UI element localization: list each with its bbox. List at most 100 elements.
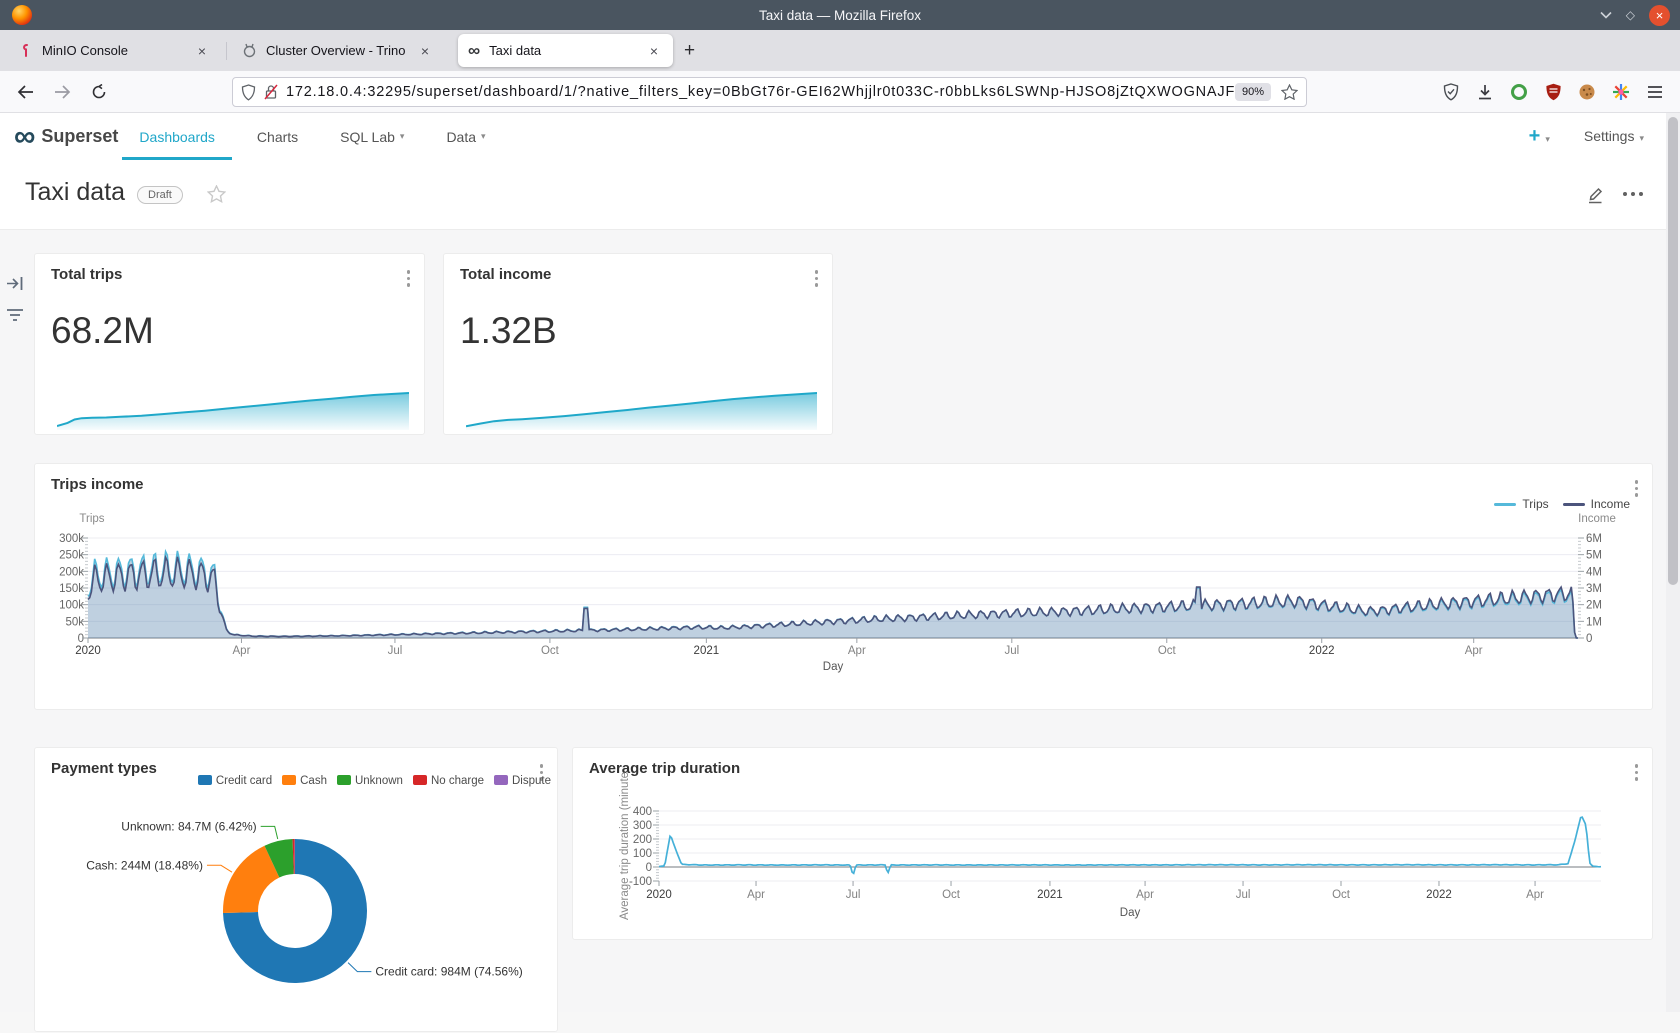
tab-cluster-overview-trino[interactable]: Cluster Overview - Trino × [232,34,444,67]
card-avg-trip-duration: Average trip duration 4003002001000-1002… [572,747,1653,940]
svg-text:Jul: Jul [1004,645,1019,657]
more-options-icon[interactable] [1623,192,1643,196]
card-trips-income: Trips income TripsIncome 300k6M250k5M200… [34,463,1653,710]
svg-text:Cash: 244M (18.48%): Cash: 244M (18.48%) [86,858,203,872]
tab-close-icon[interactable]: × [416,43,434,59]
chevron-down-icon[interactable] [1600,11,1612,19]
dashboard-body: Total trips 68.2M Total income 1.32B Tri… [0,230,1666,1012]
expand-filters-icon[interactable] [6,275,24,292]
svg-text:50k: 50k [65,616,84,628]
chart-title: Total income [460,266,551,283]
svg-text:0: 0 [646,862,652,874]
svg-text:Income: Income [1578,513,1616,525]
status-badge: Draft [137,186,183,204]
svg-text:6M: 6M [1586,533,1602,545]
ublock-shield-icon[interactable] [1538,78,1568,106]
nav-item-charts[interactable]: Charts [240,113,315,160]
svg-text:2020: 2020 [75,645,101,657]
avg-trip-duration-chart[interactable]: 4003002001000-1002020AprJulOct2021AprJul… [573,748,1654,941]
new-tab-button[interactable]: + [684,40,695,62]
reload-button[interactable] [87,80,111,104]
scrollbar-track[interactable] [1666,113,1680,1012]
svg-text:2021: 2021 [694,645,720,657]
big-number-value: 1.32B [460,310,557,352]
add-new-button[interactable]: +▾ [1529,125,1550,148]
big-number-value: 68.2M [51,310,154,352]
superset-icon: ∞ [468,42,480,59]
forward-button[interactable] [50,80,74,104]
svg-text:Apr: Apr [1465,645,1483,657]
svg-text:Oct: Oct [1332,889,1351,901]
svg-text:250k: 250k [59,550,84,562]
window-titlebar: Taxi data — Mozilla Firefox ◇ × [0,0,1680,30]
tab-label: MinIO Console [42,43,183,58]
superset-logo-icon[interactable]: ∞ [14,122,35,152]
settings-menu[interactable]: Settings▾ [1584,128,1644,146]
trino-icon [242,43,257,58]
tab-close-icon[interactable]: × [193,43,211,59]
tab-minio-console[interactable]: MinIO Console × [9,34,221,67]
window-title: Taxi data — Mozilla Firefox [0,8,1680,23]
filter-rail [6,275,24,322]
sparkline-chart[interactable] [466,390,817,430]
menu-hamburger-icon[interactable] [1640,78,1670,106]
url-text[interactable]: 172.18.0.4:32295/superset/dashboard/1/?n… [286,84,1235,100]
superset-brand[interactable]: Superset [41,126,118,147]
svg-text:0: 0 [78,633,84,645]
svg-text:2020: 2020 [646,889,672,901]
card-total-income: Total income 1.32B [443,253,833,435]
shield-icon[interactable] [241,84,256,101]
svg-text:Oct: Oct [541,645,560,657]
svg-text:5M: 5M [1586,550,1602,562]
cookie-icon[interactable] [1572,78,1602,106]
tab-bar: MinIO Console × Cluster Overview - Trino… [0,30,1680,71]
svg-text:Unknown: 84.7M (6.42%): Unknown: 84.7M (6.42%) [121,819,256,833]
payment-types-donut-chart[interactable]: Credit card: 984M (74.56%)Cash: 244M (18… [35,748,559,1033]
filter-funnel-icon[interactable] [6,308,24,322]
nav-item-dashboards[interactable]: Dashboards [122,113,232,160]
svg-text:4M: 4M [1586,566,1602,578]
svg-text:Day: Day [823,661,844,673]
nav-item-sql-lab[interactable]: SQL Lab▾ [323,113,421,160]
chevron-down-icon: ▾ [481,131,486,142]
chart-title: Total trips [51,266,122,283]
tab-label: Cluster Overview - Trino [266,43,406,58]
svg-text:2M: 2M [1586,600,1602,612]
svg-text:2022: 2022 [1309,645,1335,657]
chart-menu-kebab-icon[interactable] [815,270,819,287]
svg-text:Day: Day [1120,907,1141,919]
edit-pencil-icon[interactable] [1585,184,1605,204]
svg-text:400: 400 [633,806,652,818]
nav-item-data[interactable]: Data▾ [429,113,502,160]
tab-taxi-data[interactable]: ∞ Taxi data × [458,34,673,67]
tab-close-icon[interactable]: × [645,43,663,59]
svg-text:150k: 150k [59,583,84,595]
card-total-trips: Total trips 68.2M [34,253,425,435]
url-bar[interactable]: 172.18.0.4:32295/superset/dashboard/1/?n… [232,77,1307,107]
sparkline-chart[interactable] [57,390,409,430]
svg-text:Average trip duration (minute: Average trip duration (minute [619,772,631,920]
bookmark-star-icon[interactable] [1281,84,1298,100]
lock-insecure-icon[interactable] [264,84,278,100]
back-button[interactable] [13,80,37,104]
tab-separator [226,42,227,60]
zoom-level-badge[interactable]: 90% [1235,83,1271,101]
page-title: Taxi data [25,178,125,207]
close-window-icon[interactable]: × [1649,5,1670,26]
tab-label: Taxi data [489,43,635,58]
protections-shield-icon[interactable] [1436,78,1466,106]
extension-green-ring-icon[interactable] [1504,78,1534,106]
chart-menu-kebab-icon[interactable] [407,270,411,287]
svg-text:200k: 200k [59,566,84,578]
svg-text:Oct: Oct [942,889,961,901]
superset-navbar: ∞ Superset Dashboards Charts SQL Lab▾ Da… [0,113,1666,160]
svg-text:Jul: Jul [846,889,861,901]
svg-text:0: 0 [1586,633,1592,645]
svg-text:1M: 1M [1586,616,1602,628]
favorite-star-icon[interactable] [207,185,226,203]
trips-income-chart[interactable]: 300k6M250k5M200k4M150k3M100k2M50k1M00Tri… [35,464,1654,711]
extension-sparkle-icon[interactable] [1606,78,1636,106]
scrollbar-thumb[interactable] [1668,117,1678,585]
downloads-icon[interactable] [1470,78,1500,106]
restore-window-icon[interactable]: ◇ [1626,9,1635,21]
